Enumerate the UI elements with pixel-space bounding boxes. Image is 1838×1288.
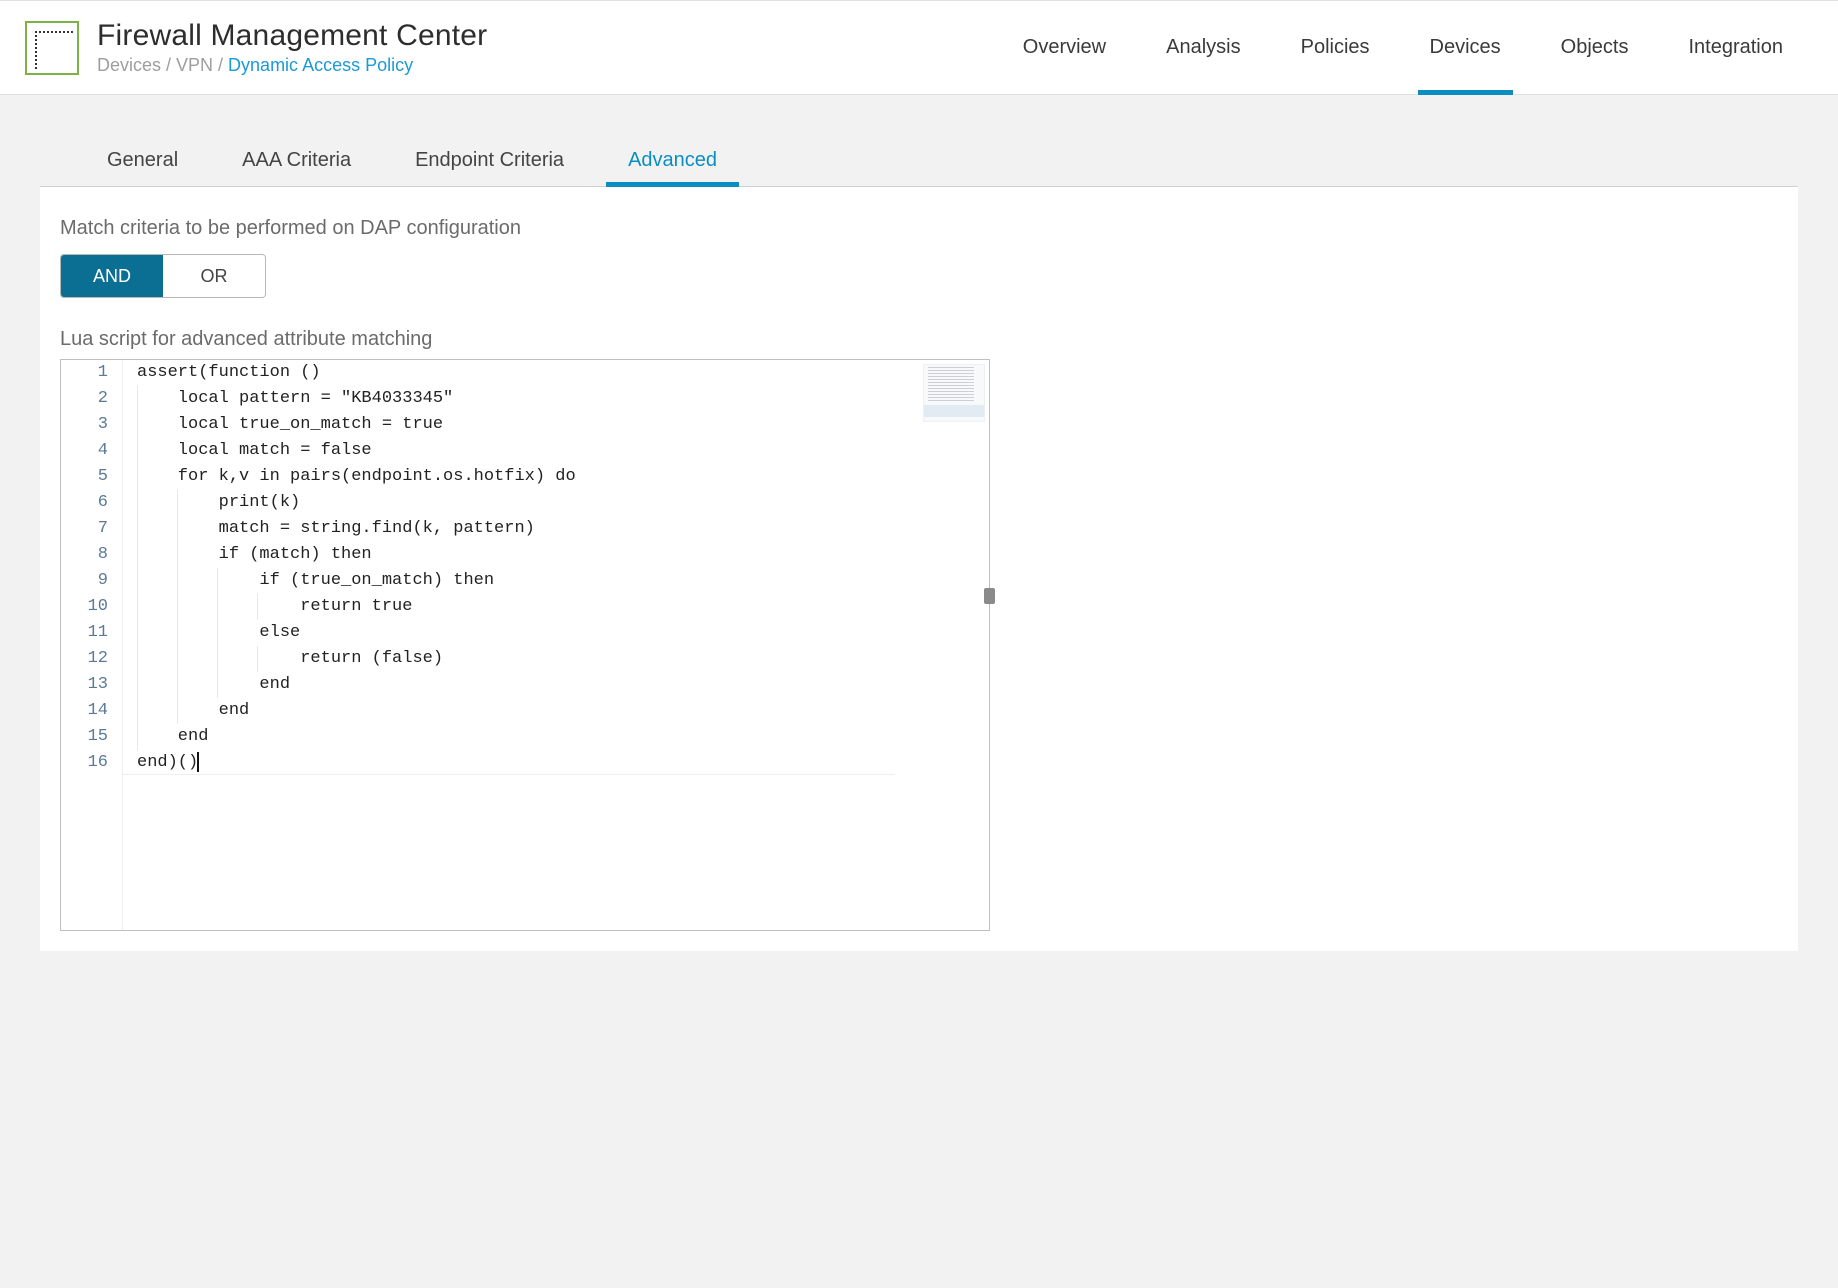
tab-endpoint-criteria[interactable]: Endpoint Criteria (393, 135, 586, 186)
toggle-and-button[interactable]: AND (61, 255, 163, 297)
code-line[interactable]: if (match) then (137, 542, 919, 568)
app-title: Firewall Management Center (97, 19, 487, 53)
code-line[interactable]: end (137, 698, 919, 724)
nav-policies[interactable]: Policies (1271, 1, 1400, 94)
nav-devices[interactable]: Devices (1400, 1, 1531, 94)
line-number: 8 (61, 542, 122, 568)
toggle-or-button[interactable]: OR (163, 255, 265, 297)
line-number: 3 (61, 412, 122, 438)
code-line[interactable]: match = string.find(k, pattern) (137, 516, 919, 542)
code-line[interactable]: return (false) (137, 646, 919, 672)
code-line[interactable]: if (true_on_match) then (137, 568, 919, 594)
nav-objects[interactable]: Objects (1531, 1, 1659, 94)
code-line[interactable]: else (137, 620, 919, 646)
logo-wrap: Firewall Management Center Devices / VPN… (25, 19, 487, 76)
line-number: 14 (61, 698, 122, 724)
nav-analysis[interactable]: Analysis (1136, 1, 1270, 94)
code-line[interactable]: local match = false (137, 438, 919, 464)
code-line[interactable]: local pattern = "KB4033345" (137, 386, 919, 412)
breadcrumb-prefix: Devices / VPN / (97, 55, 228, 75)
editor-scrollbar-thumb[interactable] (984, 588, 995, 604)
code-line[interactable]: assert(function () (137, 360, 919, 386)
line-number: 9 (61, 568, 122, 594)
line-number: 16 (61, 750, 122, 776)
sub-tabs: General AAA Criteria Endpoint Criteria A… (40, 135, 1798, 187)
line-number: 5 (61, 464, 122, 490)
nav-overview[interactable]: Overview (993, 1, 1136, 94)
code-line[interactable]: local true_on_match = true (137, 412, 919, 438)
code-line[interactable]: end (137, 672, 919, 698)
editor-code-area[interactable]: assert(function () local pattern = "KB40… (123, 360, 919, 930)
app-header: Firewall Management Center Devices / VPN… (0, 0, 1838, 95)
line-number: 12 (61, 646, 122, 672)
match-criteria-label: Match criteria to be performed on DAP co… (60, 217, 1778, 240)
line-number: 1 (61, 360, 122, 386)
line-number: 4 (61, 438, 122, 464)
code-line[interactable]: for k,v in pairs(endpoint.os.hotfix) do (137, 464, 919, 490)
app-logo-icon (25, 21, 79, 75)
top-nav: Overview Analysis Policies Devices Objec… (993, 1, 1813, 94)
breadcrumb: Devices / VPN / Dynamic Access Policy (97, 55, 487, 76)
editor-minimap[interactable] (923, 364, 985, 422)
tab-aaa-criteria[interactable]: AAA Criteria (220, 135, 373, 186)
lua-script-label: Lua script for advanced attribute matchi… (60, 328, 1778, 351)
line-number: 10 (61, 594, 122, 620)
tab-general[interactable]: General (85, 135, 200, 186)
code-line[interactable]: end)() (137, 750, 919, 776)
line-number: 15 (61, 724, 122, 750)
code-line[interactable]: return true (137, 594, 919, 620)
tab-advanced[interactable]: Advanced (606, 135, 739, 186)
line-number: 2 (61, 386, 122, 412)
title-block: Firewall Management Center Devices / VPN… (97, 19, 487, 76)
line-number: 6 (61, 490, 122, 516)
match-toggle: AND OR (60, 254, 266, 298)
nav-integration[interactable]: Integration (1658, 1, 1813, 94)
line-number: 11 (61, 620, 122, 646)
advanced-panel: Match criteria to be performed on DAP co… (40, 187, 1798, 951)
lua-code-editor[interactable]: 12345678910111213141516 assert(function … (60, 359, 990, 931)
editor-gutter: 12345678910111213141516 (61, 360, 123, 930)
breadcrumb-current[interactable]: Dynamic Access Policy (228, 55, 413, 75)
line-number: 13 (61, 672, 122, 698)
line-number: 7 (61, 516, 122, 542)
text-cursor (197, 752, 199, 772)
code-line[interactable]: print(k) (137, 490, 919, 516)
code-line[interactable]: end (137, 724, 919, 750)
